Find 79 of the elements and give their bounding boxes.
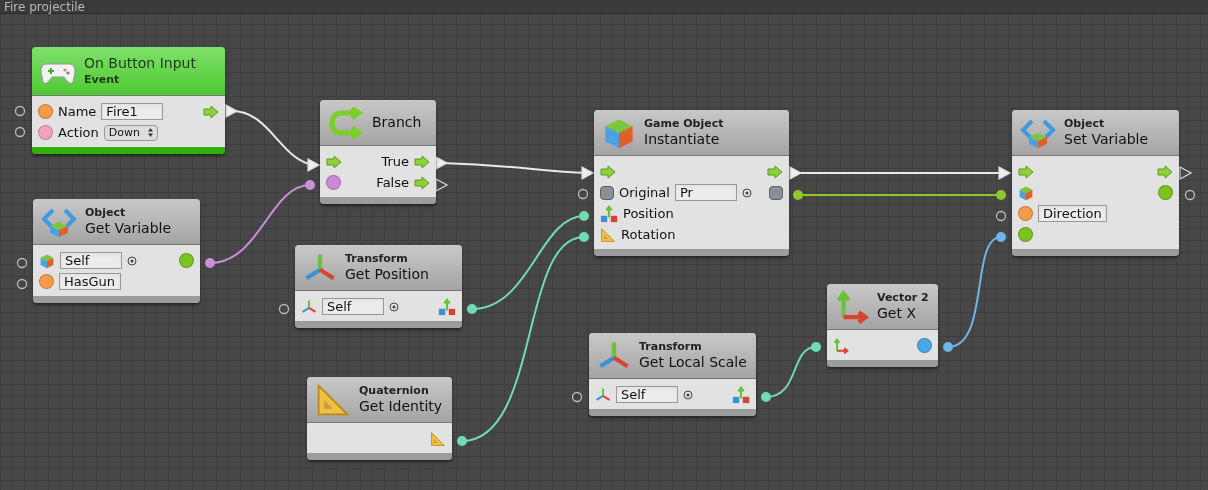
input-field[interactable]: Self	[60, 252, 122, 269]
triangle-ruler-icon	[315, 381, 351, 418]
node-title: Get X	[877, 304, 917, 323]
port-dot	[793, 190, 803, 200]
node-category: Object	[85, 205, 127, 220]
node-category: Vector 2	[877, 290, 929, 305]
port-icon	[577, 188, 589, 200]
input-field[interactable]: Fire1	[101, 103, 164, 120]
flow-port-icon	[225, 104, 239, 118]
flow-port-icon	[789, 166, 803, 180]
updown-arrows-icon	[147, 128, 153, 137]
port-label: True	[381, 152, 409, 171]
target-icon	[741, 187, 752, 198]
graph-node[interactable]: On Button Input Event Name Fire1 Action Down	[32, 47, 225, 154]
graph-node[interactable]: Transform Get Local Scale Self	[589, 333, 756, 416]
flow-port-icon	[435, 178, 449, 192]
port-icon	[14, 105, 26, 117]
port-label: Position	[623, 204, 674, 223]
axes-icon	[835, 289, 869, 324]
port-dot	[579, 232, 589, 242]
port-label: Original	[619, 183, 670, 202]
node-title: Branch	[372, 113, 422, 132]
port-label: Name	[58, 102, 97, 121]
port-dot	[943, 342, 953, 352]
input-field[interactable]: Direction	[1038, 205, 1107, 222]
node-title: On Button Input	[84, 55, 196, 73]
target-icon	[127, 255, 137, 266]
port-dot	[761, 392, 771, 402]
input-field[interactable]: Self	[322, 298, 384, 315]
flow-port-icon	[435, 156, 449, 170]
node-title: Get Identity	[359, 397, 443, 416]
input-field[interactable]: HasGun	[59, 273, 121, 290]
graph-node[interactable]: Transform Get Position Self	[295, 245, 462, 328]
node-category: Game Object	[644, 116, 724, 131]
port-dot	[996, 190, 1006, 200]
port-label: Action	[58, 123, 99, 142]
graph-node[interactable]: Branch True False	[320, 100, 436, 204]
port-icon	[16, 278, 28, 290]
port-icon	[571, 391, 583, 403]
port-icon	[278, 303, 290, 315]
node-category: Quaternion	[359, 383, 430, 398]
node-title: Get Variable	[85, 219, 172, 238]
node-title: Set Variable	[1064, 130, 1149, 149]
branch-icon	[328, 106, 364, 139]
port-dot	[811, 342, 821, 352]
port-dot	[579, 211, 589, 221]
port-label: Rotation	[621, 225, 676, 244]
port-label: False	[376, 173, 409, 192]
dropdown[interactable]: Down	[103, 124, 158, 141]
port-icon	[14, 126, 26, 138]
node-category: Event	[84, 72, 121, 87]
port-dot	[457, 436, 467, 446]
node-category: Transform	[345, 251, 409, 266]
graph-node[interactable]: Vector 2 Get X	[827, 284, 938, 367]
graph-node[interactable]: Object Set Variable Direction	[1012, 110, 1179, 256]
target-icon	[389, 301, 399, 312]
graph-node[interactable]: Object Get Variable Self HasGun	[33, 199, 200, 303]
node-title: Get Local Scale	[639, 353, 747, 372]
flow-port-icon	[307, 158, 321, 172]
node-category: Object	[1064, 116, 1106, 131]
port-dot	[467, 304, 477, 314]
flow-port-icon	[581, 166, 595, 180]
input-field[interactable]: Pr	[674, 184, 737, 201]
node-title: Get Position	[345, 265, 429, 284]
port-icon	[995, 210, 1007, 222]
graph-node[interactable]: Game Object Instantiate Original Pr Position Rotation	[594, 110, 789, 256]
port-icon	[16, 257, 28, 269]
target-icon	[683, 389, 693, 400]
graph-node[interactable]: Quaternion Get Identity	[307, 377, 452, 460]
node-title: Instantiate	[644, 130, 721, 149]
port-icon	[1184, 189, 1196, 201]
port-dot	[305, 180, 315, 190]
input-field[interactable]: Self	[616, 386, 678, 403]
flow-port-icon	[998, 166, 1012, 180]
node-category: Transform	[639, 339, 703, 354]
port-dot	[996, 232, 1006, 242]
flow-port-icon	[1179, 166, 1193, 180]
graph-title: Fire projectile	[4, 0, 85, 14]
port-dot	[205, 258, 215, 268]
